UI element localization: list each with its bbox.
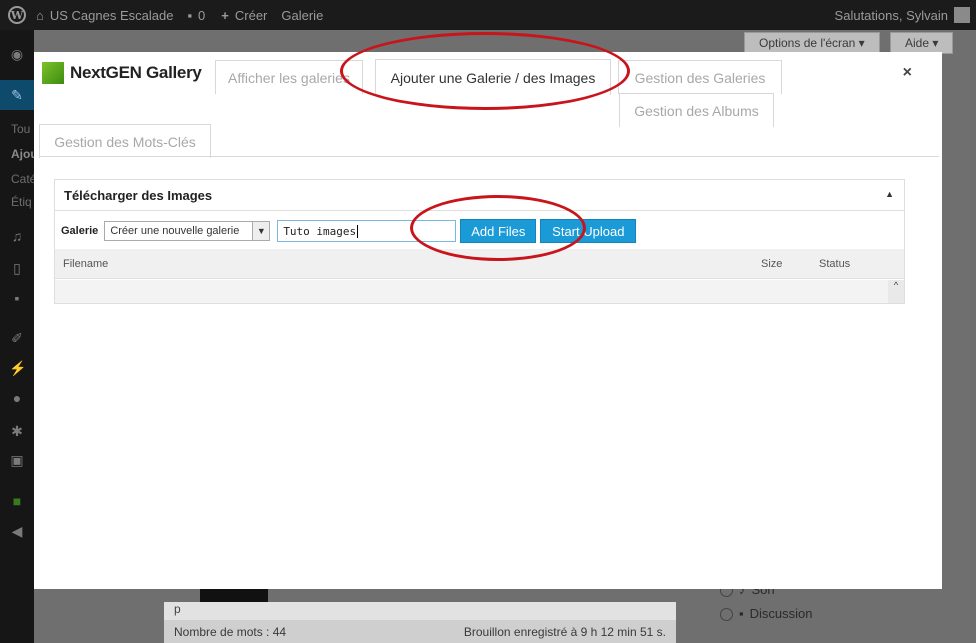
tab-afficher-galeries[interactable]: Afficher les galeries	[215, 60, 363, 94]
file-table-header: Filename Size Status	[55, 249, 904, 279]
comment-icon: ▪	[187, 7, 193, 23]
radio-discussion[interactable]	[720, 608, 733, 622]
gallery-link-label: Galerie	[281, 7, 324, 23]
column-filename: Filename	[63, 258, 109, 270]
nextgen-modal: NextGEN Gallery × Afficher les galeries …	[34, 52, 942, 589]
admin-sidebar: ◉ ✎ Tou Ajou Caté Étiq ♫ ▯ ▪ ✐ ⚡ ● ✱ ▣ ■…	[0, 30, 38, 643]
admin-bar: W ⌂ US Cagnes Escalade ▪ 0 + Créer Galer…	[0, 0, 976, 30]
tab-divider	[39, 156, 939, 157]
radio-discussion-icon: ▪	[739, 606, 744, 621]
upload-panel-title: Télécharger des Images	[55, 180, 904, 211]
media-icon[interactable]: ♫	[9, 228, 25, 244]
screen-options-button[interactable]: Options de l'écran ▾	[744, 32, 880, 54]
settings-icon[interactable]: ▣	[9, 452, 25, 468]
dashboard-icon[interactable]: ◉	[9, 46, 25, 62]
draft-saved-status: Brouillon enregistré à 9 h 12 min 51 s.	[463, 624, 666, 639]
appearance-icon[interactable]: ✐	[9, 330, 25, 346]
column-status: Status	[819, 258, 851, 270]
editor-status-bar: Nombre de mots : 44 Brouillon enregistré…	[164, 620, 676, 643]
comments-icon[interactable]: ▪	[9, 290, 25, 306]
add-files-button[interactable]: Add Files	[460, 219, 537, 243]
avatar	[954, 7, 970, 23]
site-name-link[interactable]: ⌂ US Cagnes Escalade	[36, 8, 173, 23]
plus-icon: +	[221, 7, 229, 23]
plugins-icon[interactable]: ⚡	[9, 360, 26, 376]
comments-link[interactable]: ▪ 0	[187, 8, 205, 23]
home-icon: ⌂	[36, 7, 44, 23]
nextgen-logo-icon	[42, 62, 64, 84]
help-button[interactable]: Aide ▾	[890, 32, 954, 54]
users-icon[interactable]: ●	[9, 390, 25, 406]
tab-gestion-galeries[interactable]: Gestion des Galeries	[618, 60, 782, 94]
new-gallery-name-value: Tuto images	[283, 224, 357, 238]
file-list: ^	[55, 280, 904, 303]
collapse-menu-icon[interactable]: ◀	[9, 523, 25, 539]
wordpress-logo-icon[interactable]: W	[8, 6, 26, 24]
upload-images-panel: Télécharger des Images ▲ Galerie Créer u…	[54, 179, 905, 304]
site-name: US Cagnes Escalade	[49, 7, 174, 23]
gallery-link[interactable]: Galerie	[281, 8, 323, 23]
close-icon[interactable]: ×	[903, 64, 912, 82]
tab-gestion-mots-cles[interactable]: Gestion des Mots-Clés	[39, 124, 211, 158]
gallery-select-value: Créer une nouvelle galerie	[110, 225, 240, 237]
nextgen-logo: NextGEN Gallery	[42, 62, 202, 84]
file-list-scrollbar[interactable]: ^	[888, 280, 904, 303]
chevron-down-icon: ▼	[252, 222, 270, 240]
tab-gestion-albums[interactable]: Gestion des Albums	[619, 93, 774, 127]
upload-controls-row: Galerie Créer une nouvelle galerie ▼ Tut…	[55, 217, 904, 245]
greeting: Salutations, Sylvain	[834, 7, 948, 23]
word-count: Nombre de mots : 44	[174, 624, 287, 639]
submenu-all[interactable]: Tou	[11, 122, 30, 136]
gallery-label: Galerie	[61, 225, 99, 237]
tab-ajouter-galerie[interactable]: Ajouter une Galerie / des Images	[375, 59, 611, 95]
new-gallery-name-input[interactable]: Tuto images	[277, 220, 457, 242]
comments-count: 0	[198, 7, 206, 23]
scroll-up-icon[interactable]: ^	[894, 280, 898, 290]
submenu-tags[interactable]: Étiq	[11, 195, 32, 209]
format-option-discussion[interactable]: ▪ Discussion	[720, 606, 812, 622]
new-content-link[interactable]: + Créer	[221, 8, 267, 23]
nextgen-logo-text: NextGEN Gallery	[70, 63, 202, 82]
account-menu[interactable]: Salutations, Sylvain	[835, 7, 970, 23]
pages-icon[interactable]: ▯	[9, 260, 25, 276]
column-size: Size	[761, 258, 783, 270]
collapse-arrow-icon[interactable]: ▲	[885, 189, 894, 199]
nextgen-menu-icon[interactable]: ■	[9, 493, 25, 509]
submenu-categories[interactable]: Caté	[11, 172, 36, 186]
path-indicator: p	[164, 602, 676, 620]
gallery-select[interactable]: Créer une nouvelle galerie ▼	[104, 221, 271, 241]
tools-icon[interactable]: ✱	[9, 423, 25, 439]
start-upload-button[interactable]: Start Upload	[540, 219, 637, 243]
text-caret-icon	[357, 224, 359, 238]
new-content-label: Créer	[234, 7, 268, 23]
pin-icon[interactable]: ✎	[9, 87, 25, 103]
